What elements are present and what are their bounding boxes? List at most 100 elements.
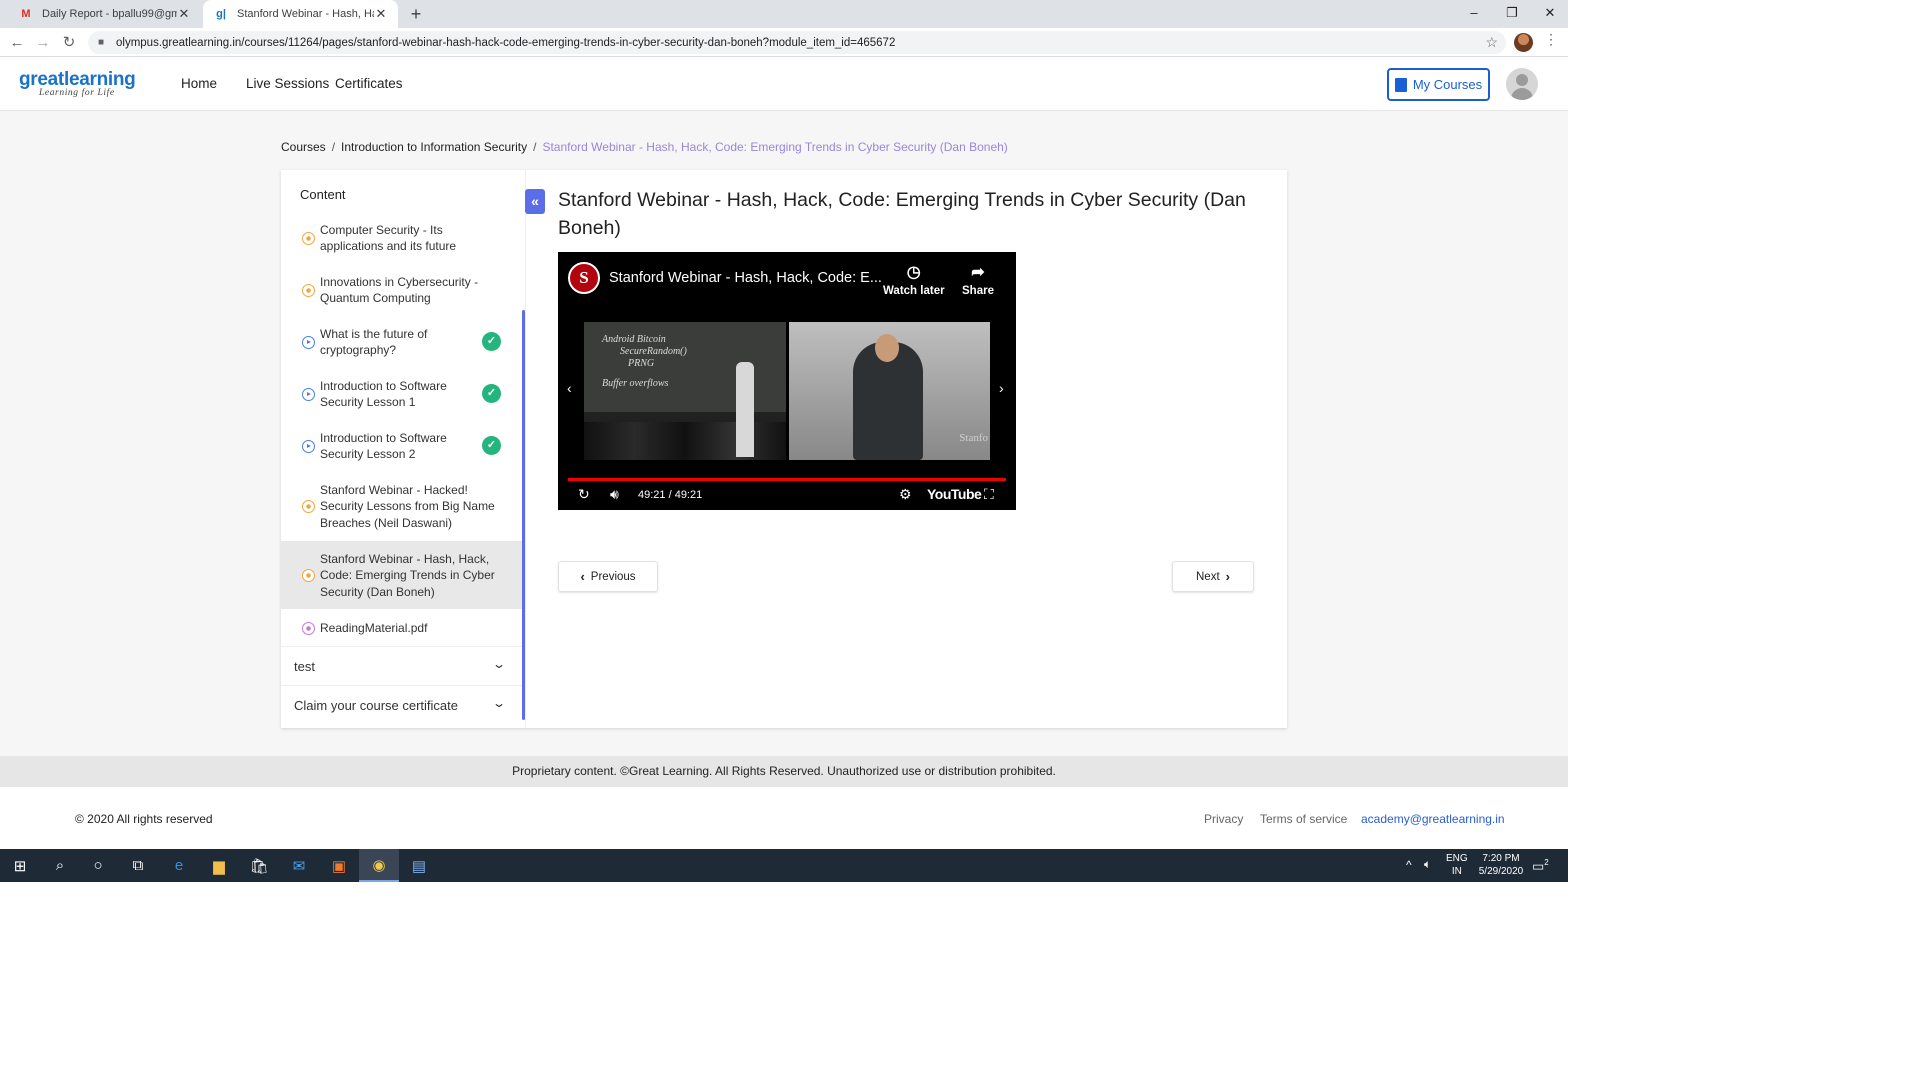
video-player[interactable]: S Stanford Webinar - Hash, Hack, Code: E…: [558, 252, 1016, 510]
previous-button[interactable]: ‹ Previous: [558, 561, 658, 592]
sidebar-item[interactable]: Computer Security - Its applications and…: [281, 220, 522, 256]
youtube-logo[interactable]: YouTube: [927, 486, 982, 502]
nav-certificates[interactable]: Certificates: [335, 76, 403, 91]
breadcrumb-courses[interactable]: Courses: [281, 140, 326, 154]
book-icon: [1394, 77, 1407, 92]
pdf-icon: [302, 622, 315, 635]
watch-later-button[interactable]: ◷ Watch later: [883, 262, 945, 297]
forward-icon[interactable]: →: [32, 32, 54, 54]
watch-later-label: Watch later: [883, 285, 945, 297]
sidebar-item[interactable]: Introduction to Software Security Lesson…: [281, 376, 522, 412]
file-explorer-icon[interactable]: ▆: [199, 849, 239, 882]
user-avatar[interactable]: [1506, 68, 1538, 100]
greatlearning-icon: g|: [216, 8, 226, 20]
sidebar-item[interactable]: Innovations in Cybersecurity - Quantum C…: [281, 272, 522, 308]
browser-tab-gmail[interactable]: M Daily Report - bpallu99@gmail.c ✕: [8, 0, 201, 28]
browser-tab-webinar[interactable]: g| Stanford Webinar - Hash, Hack, C ✕: [203, 0, 398, 28]
chevron-left-icon: ‹: [580, 569, 585, 584]
replay-icon[interactable]: ↻: [578, 486, 590, 503]
chevron-right-icon[interactable]: ›: [999, 380, 1004, 396]
nav-live-sessions[interactable]: Live Sessions: [246, 76, 329, 91]
breadcrumb-course[interactable]: Introduction to Information Security: [341, 140, 527, 154]
sidebar-item-label: Introduction to Software Security Lesson…: [320, 379, 447, 410]
next-button[interactable]: Next ›: [1172, 561, 1254, 592]
collapse-sidebar-button[interactable]: «: [525, 189, 545, 214]
app-icon[interactable]: ▤: [399, 849, 439, 882]
breadcrumb-current: Stanford Webinar - Hash, Hack, Code: Eme…: [542, 140, 1008, 154]
video-title[interactable]: Stanford Webinar - Hash, Hack, Code: E..…: [609, 270, 882, 286]
cortana-icon[interactable]: ○: [78, 849, 118, 882]
breadcrumb-separator: /: [533, 140, 537, 154]
language-indicator[interactable]: ENG IN: [1446, 852, 1468, 878]
terms-link[interactable]: Terms of service: [1260, 812, 1347, 826]
store-icon[interactable]: 🛍︎: [239, 849, 279, 882]
channel-logo[interactable]: S: [568, 262, 600, 294]
sidebar-item-label: Stanford Webinar - Hacked! Security Less…: [320, 483, 495, 530]
section-label: test: [294, 659, 315, 674]
section-label: Claim your course certificate: [294, 698, 458, 713]
share-button[interactable]: ➦ Share: [962, 262, 994, 297]
search-icon[interactable]: ⌕: [40, 849, 80, 882]
greatlearning-logo[interactable]: greatlearning Learning for Life: [19, 69, 136, 98]
share-label: Share: [962, 285, 994, 297]
sidebar-item-label: ReadingMaterial.pdf: [320, 621, 428, 635]
sidebar-item[interactable]: ReadingMaterial.pdf: [281, 611, 522, 645]
content-sidebar: Content Computer Security - Its applicat…: [281, 170, 526, 728]
fullscreen-icon[interactable]: ⛶: [984, 486, 994, 503]
support-email-link[interactable]: academy@greatlearning.in: [1361, 812, 1505, 826]
address-bar-row: ← → ↻ ■ olympus.greatlearning.in/courses…: [0, 28, 1568, 57]
completed-check-icon: ✓: [482, 436, 501, 455]
notifications-icon[interactable]: ▭2: [1532, 856, 1549, 872]
chevron-down-icon: ⌄: [491, 696, 507, 710]
video-icon: [302, 336, 315, 349]
section-claim-certificate[interactable]: Claim your course certificate ⌄: [281, 685, 522, 724]
reload-icon[interactable]: ↻: [58, 32, 80, 54]
close-window-icon[interactable]: ✕: [1530, 0, 1570, 28]
close-tab-icon[interactable]: ✕: [177, 6, 191, 22]
volume-muted-icon[interactable]: 🔈︎: [1424, 858, 1431, 871]
browser-menu-icon[interactable]: ⋮: [1544, 31, 1558, 48]
close-tab-icon[interactable]: ✕: [374, 6, 388, 22]
video-icon: [302, 388, 315, 401]
video-progress-bar[interactable]: [568, 478, 1006, 481]
article-icon: [302, 500, 315, 513]
proprietary-notice: Proprietary content. ©Great Learning. Al…: [0, 756, 1568, 787]
settings-gear-icon[interactable]: ⚙: [899, 486, 912, 503]
windows-start-icon[interactable]: ⊞: [0, 849, 40, 882]
mail-icon[interactable]: ✉: [279, 849, 319, 882]
next-label: Next: [1196, 570, 1220, 583]
bookmark-star-icon[interactable]: ☆: [1485, 34, 1498, 51]
share-icon: ➦: [971, 264, 985, 281]
sidebar-item[interactable]: What is the future of cryptography? ✓: [281, 324, 522, 360]
sidebar-item-label: Introduction to Software Security Lesson…: [320, 431, 447, 462]
minimize-icon[interactable]: –: [1454, 0, 1494, 28]
restore-icon[interactable]: ❐: [1492, 0, 1532, 28]
xampp-icon[interactable]: ▣: [319, 849, 359, 882]
task-view-icon[interactable]: ⧉: [118, 849, 158, 882]
sidebar-scrollbar[interactable]: [522, 310, 525, 720]
volume-icon[interactable]: 🔊︎: [610, 486, 619, 503]
chalkboard-writing: Android Bitcoin SecureRandom() PRNG Buff…: [602, 334, 687, 389]
url-input[interactable]: ■ olympus.greatlearning.in/courses/11264…: [88, 31, 1506, 54]
new-tab-icon[interactable]: +: [406, 4, 426, 24]
nav-home[interactable]: Home: [181, 76, 217, 91]
sidebar-item[interactable]: Introduction to Software Security Lesson…: [281, 428, 522, 464]
show-hidden-icons[interactable]: ^: [1406, 859, 1412, 872]
gmail-icon: M: [21, 8, 31, 20]
section-test[interactable]: test ⌄: [281, 646, 522, 685]
chevron-left-icon[interactable]: ‹: [567, 380, 572, 396]
related-video-thumbnail[interactable]: Android Bitcoin SecureRandom() PRNG Buff…: [584, 322, 786, 460]
chrome-icon[interactable]: ◉: [359, 849, 399, 882]
edge-icon[interactable]: e: [159, 849, 199, 882]
privacy-link[interactable]: Privacy: [1204, 812, 1243, 826]
back-icon[interactable]: ←: [6, 32, 28, 54]
sidebar-item-active[interactable]: Stanford Webinar - Hash, Hack, Code: Eme…: [281, 541, 522, 609]
browser-profile-avatar[interactable]: [1514, 33, 1533, 52]
sidebar-item[interactable]: Stanford Webinar - Hacked! Security Less…: [281, 480, 522, 532]
my-courses-button[interactable]: My Courses: [1387, 68, 1490, 101]
clock[interactable]: 7:20 PM 5/29/2020: [1474, 852, 1528, 878]
completed-check-icon: ✓: [482, 332, 501, 351]
related-video-thumbnail[interactable]: Stanfo: [789, 322, 990, 460]
previous-label: Previous: [590, 570, 636, 583]
article-icon: [302, 569, 315, 582]
